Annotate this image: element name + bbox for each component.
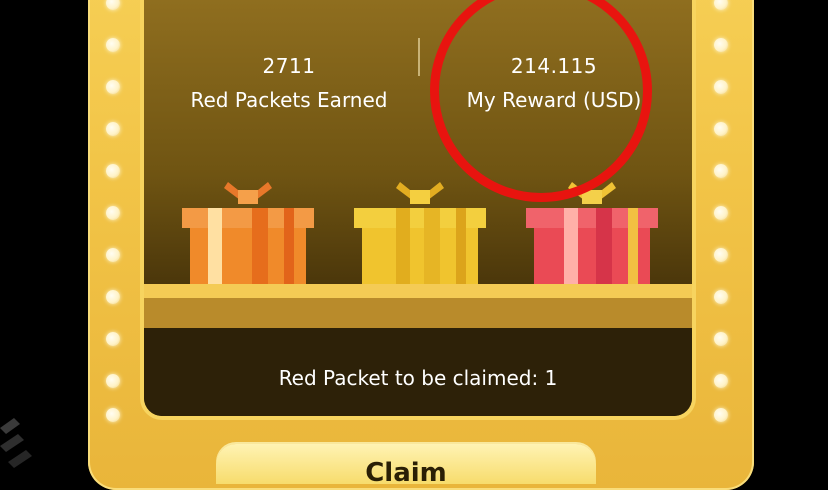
light-bulb xyxy=(106,0,120,10)
light-bulb xyxy=(714,80,728,94)
light-bulb xyxy=(714,122,728,136)
light-bulb xyxy=(106,164,120,178)
packets-earned-value: 2711 xyxy=(262,54,316,78)
light-bulb xyxy=(106,38,120,52)
light-bulb xyxy=(714,206,728,220)
light-bulb xyxy=(106,408,120,422)
light-bulb xyxy=(714,408,728,422)
light-bulb xyxy=(714,248,728,262)
packets-earned-stat: 2711 Red Packets Earned xyxy=(164,54,414,112)
orange-gift-box-icon xyxy=(182,182,314,288)
light-bulb xyxy=(106,332,120,346)
claim-button-label: Claim xyxy=(365,458,447,484)
yellow-gift-box-icon xyxy=(354,182,486,288)
claimable-packets-text: Red Packet to be claimed: 1 xyxy=(278,366,558,390)
light-bulb xyxy=(714,332,728,346)
packets-earned-label: Red Packets Earned xyxy=(190,88,388,112)
shelf-front xyxy=(144,298,692,328)
light-bulb xyxy=(714,0,728,10)
shelf-top xyxy=(144,284,692,298)
stat-divider xyxy=(418,38,420,76)
claim-button[interactable]: Claim xyxy=(216,444,596,484)
light-bulb xyxy=(106,290,120,304)
light-bulb xyxy=(106,122,120,136)
light-bulb xyxy=(714,290,728,304)
light-bulb xyxy=(106,374,120,388)
corner-decoration-icon xyxy=(0,418,32,468)
light-bulb xyxy=(106,80,120,94)
light-bulb xyxy=(106,206,120,220)
light-bulb xyxy=(714,164,728,178)
light-bulb xyxy=(106,248,120,262)
light-bulb xyxy=(714,374,728,388)
light-bulb xyxy=(714,38,728,52)
